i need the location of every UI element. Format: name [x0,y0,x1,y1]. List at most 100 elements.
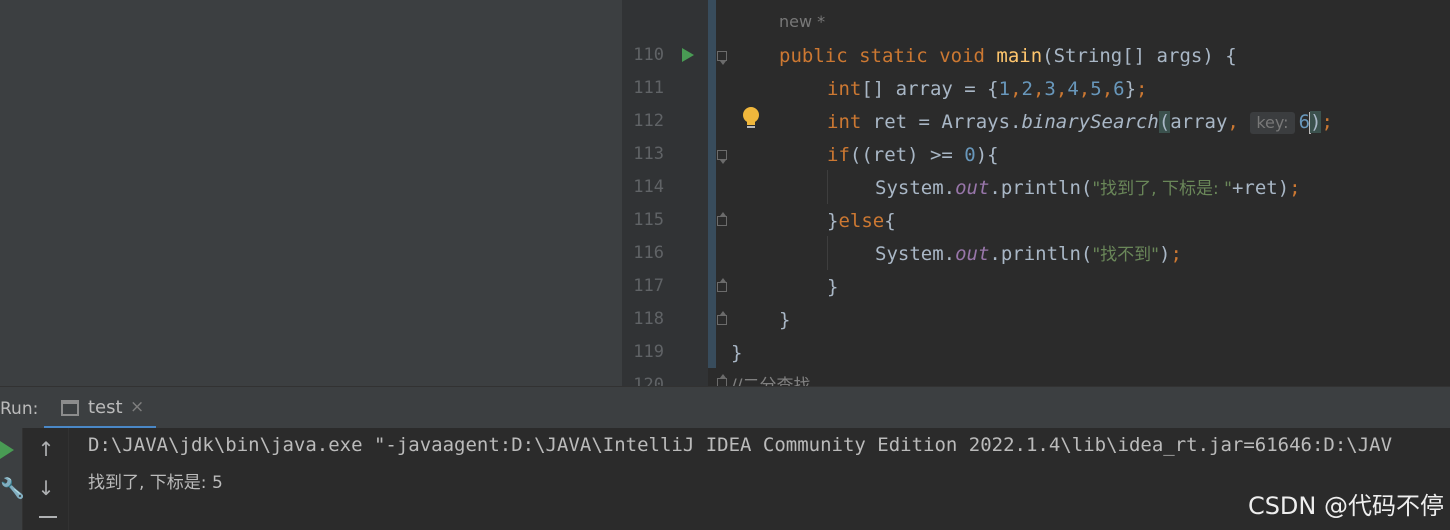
fold-icon[interactable] [717,51,727,65]
code-text: } [827,276,839,298]
code-line-115: }else{ [827,209,896,233]
code-text: .println( [989,243,1093,265]
code-text: +ret) [1231,177,1290,199]
paren: ) [1310,111,1322,133]
code-text: ){ [975,144,999,166]
line-number: 112 [633,111,664,131]
watermark: CSDN @代码不停 [1247,492,1444,520]
indent-guide [827,236,828,270]
paren: ( [1158,111,1171,133]
project-panel [0,0,622,386]
code-line-111: int[] array = {1,2,3,4,5,6}; [827,78,1148,100]
line-number: 120 [633,375,664,386]
arrow-down-icon[interactable]: ↓ [37,477,55,499]
fold-icon[interactable] [717,311,727,325]
wrench-icon[interactable]: 🔧 [0,478,25,498]
tab-test[interactable]: test × [44,387,156,429]
keyword: int [827,78,862,100]
close-icon[interactable]: × [130,397,144,417]
code-line-118: } [779,308,790,332]
number: 1 [998,78,1011,100]
indent-guide [827,170,828,204]
code-text: (String[] args) { [1042,45,1237,67]
soft-wrap-icon[interactable] [39,516,57,530]
code-text: array [1170,111,1228,133]
code-line-110: public static void main(String[] args) { [779,44,1237,68]
method-call: binarySearch [1021,111,1159,133]
code-text: { [884,210,896,232]
console-line: 找到了, 下标是: 5 [88,473,223,493]
code-editor[interactable]: 110 111 112 113 114 115 116 117 118 119 … [622,0,1450,386]
line-number: 116 [633,243,664,263]
run-label: Run: [0,399,39,419]
fold-icon[interactable] [717,374,727,386]
arrow-up-icon[interactable]: ↑ [37,438,55,460]
keyword: int [827,111,862,133]
code-text: System. [875,243,956,265]
line-number: 111 [633,78,664,98]
code-line-119: } [731,341,742,365]
semicolon: ; [1289,177,1301,199]
method-name: main [996,45,1043,67]
run-panel-header: Run: test × [0,386,1450,429]
code-line-116: System.out.println("找不到"); [875,242,1182,267]
code-text: ) [1159,243,1171,265]
semicolon: ; [1136,78,1148,100]
number: 2 [1021,78,1033,100]
code-text: ret = Arrays. [861,111,1022,133]
code-text: } [1124,78,1137,100]
code-text: } [779,309,791,331]
console-icon [61,400,79,416]
number: 5 [1090,78,1102,100]
comment: //二分查找 [731,376,816,386]
tab-label: test [88,397,123,418]
param-hint: key: [1250,112,1295,134]
number: 4 [1067,78,1079,100]
code-line-120: //二分查找 [731,374,816,386]
number: 3 [1044,78,1056,100]
code-text: ((ret) >= [849,144,965,166]
code-text: System. [875,177,956,199]
new-annotation: new * [779,12,826,31]
string-literal: "找不到" [1092,245,1159,265]
field-name: out [955,243,990,265]
code-line-114: System.out.println("找到了, 下标是: "+ret); [875,176,1301,201]
field-name: out [955,177,990,199]
line-number: 110 [633,45,664,65]
number: 0 [964,144,976,166]
comma: , [1227,111,1239,133]
semicolon: ; [1170,243,1182,265]
keyword: else [838,210,885,232]
code-line-113: if((ret) >= 0){ [827,143,999,167]
fold-icon[interactable] [717,150,727,164]
editor-gutter: 110 111 112 113 114 115 116 117 118 119 … [622,0,708,386]
lightbulb-icon[interactable] [742,106,760,130]
keyword: void [939,45,985,67]
line-number: 115 [633,210,664,230]
keyword: static [859,45,928,67]
number: 6 [1113,78,1125,100]
console-toolbar: ↑ ↓ [23,428,69,530]
line-number: 113 [633,144,664,164]
string-literal: "找到了, 下标是: " [1092,179,1232,199]
fold-icon[interactable] [717,212,727,226]
code-text: .println( [989,177,1093,199]
line-number: 117 [633,276,664,296]
console-line: D:\JAVA\jdk\bin\java.exe "-javaagent:D:\… [88,434,1393,456]
code-text: } [827,210,839,232]
line-number: 114 [633,177,664,197]
code-text: [] array = { [861,78,999,100]
keyword: if [827,144,850,166]
code-text: } [731,342,743,364]
semicolon: ; [1321,111,1333,133]
code-line-117: } [827,275,838,299]
line-number: 118 [633,309,664,329]
vcs-change-marker [708,0,716,368]
line-number: 119 [633,342,664,362]
rerun-icon[interactable] [0,441,14,459]
run-main-icon[interactable] [682,48,694,62]
run-toolbar: 🔧 [0,428,25,530]
fold-icon[interactable] [717,278,727,292]
keyword: public [779,45,848,67]
code-line-112: int ret = Arrays.binarySearch(array, key… [827,110,1333,134]
